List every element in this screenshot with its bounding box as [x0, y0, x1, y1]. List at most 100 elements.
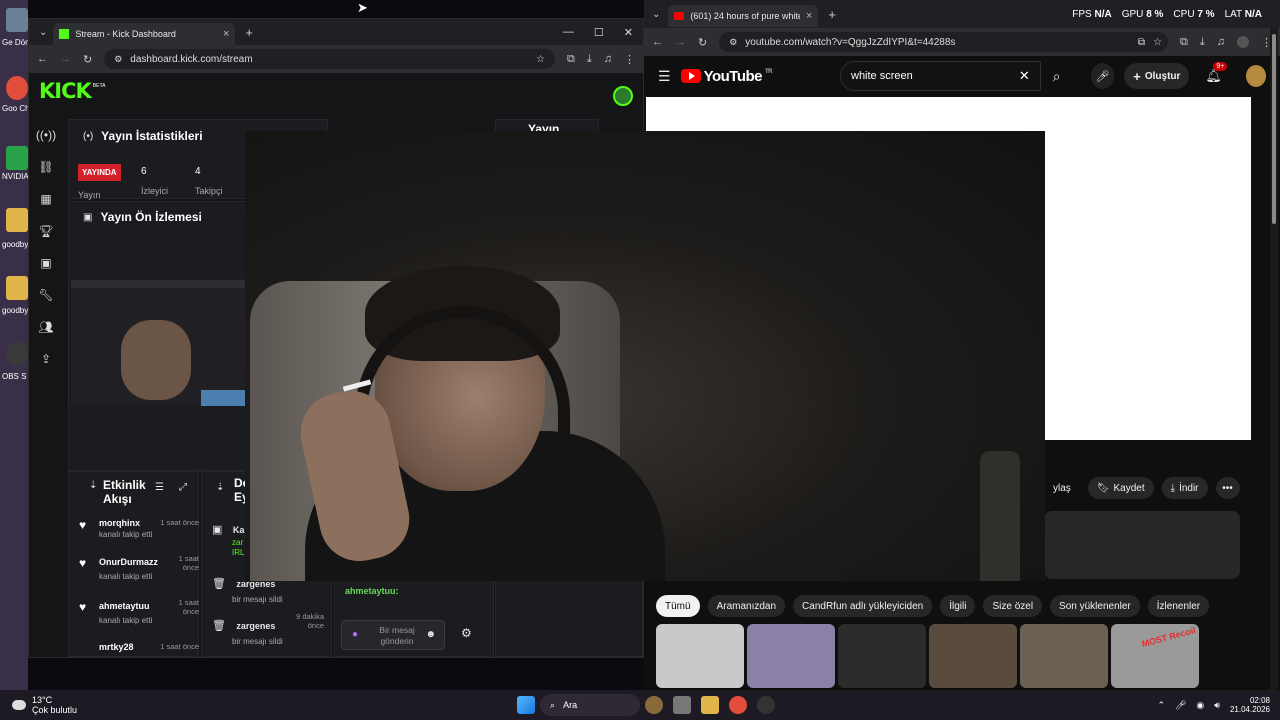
- close-window-button[interactable]: ✕: [624, 26, 633, 39]
- chip-all[interactable]: Tümü: [656, 595, 700, 617]
- forward-icon[interactable]: →: [60, 53, 71, 65]
- minimize-button[interactable]: —: [563, 26, 574, 39]
- url-text: youtube.com/watch?v=QggJzZdIYPI&t=44288s: [745, 36, 956, 48]
- user-avatar[interactable]: [613, 86, 633, 106]
- site-info-icon[interactable]: ⚙: [729, 37, 737, 48]
- tab-youtube[interactable]: (601) 24 hours of pure white sc ×: [668, 5, 819, 27]
- link-icon[interactable]: ⛓: [29, 151, 63, 183]
- clock[interactable]: 02:08 21.04.2026: [1230, 696, 1270, 714]
- menu-icon[interactable]: ⋮: [624, 53, 635, 66]
- cast-icon[interactable]: ⧉: [1138, 37, 1145, 48]
- file-explorer-icon[interactable]: [701, 696, 720, 714]
- start-menu-icon[interactable]: [517, 696, 536, 714]
- new-tab-button[interactable]: +: [828, 7, 836, 22]
- media-icon[interactable]: ♫: [1217, 36, 1225, 48]
- widget-icon[interactable]: [645, 696, 664, 714]
- download-icon[interactable]: ⤓: [587, 53, 592, 66]
- community-icon[interactable]: 👥︎: [29, 311, 63, 343]
- video-thumbnail[interactable]: MOST Recoil: [1111, 624, 1199, 688]
- tab-kick-dashboard[interactable]: Stream - Kick Dashboard ×: [53, 23, 236, 45]
- obs-icon[interactable]: [6, 342, 28, 366]
- chevron-up-icon[interactable]: ⌃: [1157, 700, 1165, 711]
- scrollbar[interactable]: [1270, 28, 1278, 690]
- profile-icon[interactable]: [1237, 36, 1249, 48]
- folder-icon[interactable]: [6, 208, 28, 232]
- video-thumbnail[interactable]: [929, 624, 1017, 688]
- chat-settings-icon[interactable]: ⚙: [461, 626, 472, 640]
- event-user[interactable]: zargenes: [236, 621, 275, 631]
- chrome-icon[interactable]: [6, 76, 28, 100]
- obs-taskbar-icon[interactable]: [757, 696, 776, 714]
- task-view-icon[interactable]: [673, 696, 692, 714]
- youtube-header: ☰ YouTube TR white screen ✕ ⌕ 🎤︎ + Oluşt…: [644, 56, 1280, 96]
- more-actions-button[interactable]: •••: [1215, 477, 1240, 499]
- save-button[interactable]: 🔖︎ Kaydet: [1087, 477, 1154, 499]
- analytics-icon[interactable]: ▦: [29, 183, 63, 215]
- download-button[interactable]: ⤓ İndir: [1161, 477, 1208, 499]
- reload-icon[interactable]: ↻: [83, 53, 92, 66]
- bookmark-star-icon[interactable]: ☆: [1153, 37, 1162, 48]
- chat-input[interactable]: ● Bir mesaj gönderin ☻: [341, 620, 445, 650]
- tab-menu-icon[interactable]: ⌄: [33, 27, 53, 38]
- reload-icon[interactable]: ↻: [698, 36, 707, 49]
- popout-icon[interactable]: ⤢: [179, 482, 187, 493]
- new-tab-button[interactable]: +: [245, 25, 253, 40]
- search-icon[interactable]: ⌕: [1053, 68, 1061, 85]
- kick-logo[interactable]: KICK: [39, 79, 92, 103]
- taskbar-search[interactable]: ⌕ Ara: [540, 694, 641, 716]
- video-thumbnail[interactable]: [838, 624, 926, 688]
- download-icon[interactable]: ⤓: [1200, 36, 1205, 49]
- stream-preview-video[interactable]: [71, 280, 247, 406]
- voice-search-icon[interactable]: 🎤︎: [1090, 63, 1115, 89]
- back-icon[interactable]: ←: [37, 53, 48, 65]
- chip-for-you[interactable]: Size özel: [983, 595, 1043, 617]
- extensions-icon[interactable]: ⧉: [567, 53, 575, 66]
- recycle-bin-icon[interactable]: [6, 8, 28, 32]
- stream-live-icon[interactable]: ((•)): [29, 119, 63, 151]
- video-thumbnail[interactable]: [747, 624, 835, 688]
- url-field[interactable]: ⚙ youtube.com/watch?v=QggJzZdIYPI&t=4428…: [719, 32, 1169, 52]
- folder-icon[interactable]: [6, 276, 28, 300]
- description-box[interactable]: [1044, 511, 1240, 579]
- site-info-icon[interactable]: ⚙: [114, 54, 122, 65]
- volume-icon[interactable]: 🔊︎: [1214, 700, 1220, 711]
- chip-recent[interactable]: Son yüklenenler: [1050, 595, 1140, 617]
- chat-last-user[interactable]: ahmetaytuu:: [345, 586, 399, 596]
- extensions-icon[interactable]: ⧉: [1180, 36, 1188, 49]
- network-icon[interactable]: ◉: [1196, 700, 1204, 711]
- create-button[interactable]: + Oluştur: [1124, 63, 1190, 89]
- url-field[interactable]: ⚙ dashboard.kick.com/stream ☆: [104, 49, 556, 69]
- tab-menu-icon[interactable]: ⌄: [652, 9, 668, 20]
- search-input[interactable]: white screen ✕: [840, 61, 1041, 91]
- forward-icon[interactable]: →: [675, 36, 686, 48]
- media-icon[interactable]: ♫: [604, 53, 612, 65]
- video-thumbnail[interactable]: [1020, 624, 1108, 688]
- chip-related[interactable]: İlgili: [940, 595, 976, 617]
- chip-from-search[interactable]: Aramanızdan: [707, 595, 786, 617]
- notifications-icon[interactable]: 🔔︎ 9+: [1205, 62, 1228, 84]
- trophy-icon[interactable]: 🏆︎: [29, 215, 63, 247]
- share-button[interactable]: ylaş: [1044, 477, 1080, 499]
- mic-icon[interactable]: ●: [352, 629, 358, 640]
- clear-search-icon[interactable]: ✕: [1019, 68, 1030, 84]
- bookmark-star-icon[interactable]: ☆: [536, 54, 545, 65]
- hamburger-menu-icon[interactable]: ☰: [658, 68, 671, 85]
- emoji-icon[interactable]: ☻: [425, 629, 436, 640]
- chrome-taskbar-icon[interactable]: [729, 696, 748, 714]
- wrench-icon[interactable]: 🔧︎: [29, 279, 63, 311]
- nvidia-icon[interactable]: [6, 146, 28, 170]
- microphone-icon[interactable]: 🎤︎: [1175, 700, 1186, 711]
- video-thumbnail[interactable]: [656, 624, 744, 688]
- youtube-logo[interactable]: YouTube TR: [680, 68, 773, 85]
- chip-watched[interactable]: İzlenenler: [1147, 595, 1210, 617]
- tab-close-icon[interactable]: ×: [223, 28, 229, 40]
- upload-icon[interactable]: ⇪: [29, 343, 63, 375]
- media-card-icon[interactable]: ▣: [29, 247, 63, 279]
- filter-icon[interactable]: ☰: [155, 482, 164, 493]
- back-icon[interactable]: ←: [652, 36, 663, 48]
- chip-from-uploader[interactable]: CandRfun adlı yükleyiciden: [793, 595, 933, 617]
- account-avatar[interactable]: [1245, 65, 1266, 87]
- tab-close-icon[interactable]: ×: [806, 10, 812, 22]
- maximize-button[interactable]: ☐: [594, 26, 604, 39]
- weather-widget[interactable]: 13°C Çok bulutlu: [12, 695, 77, 715]
